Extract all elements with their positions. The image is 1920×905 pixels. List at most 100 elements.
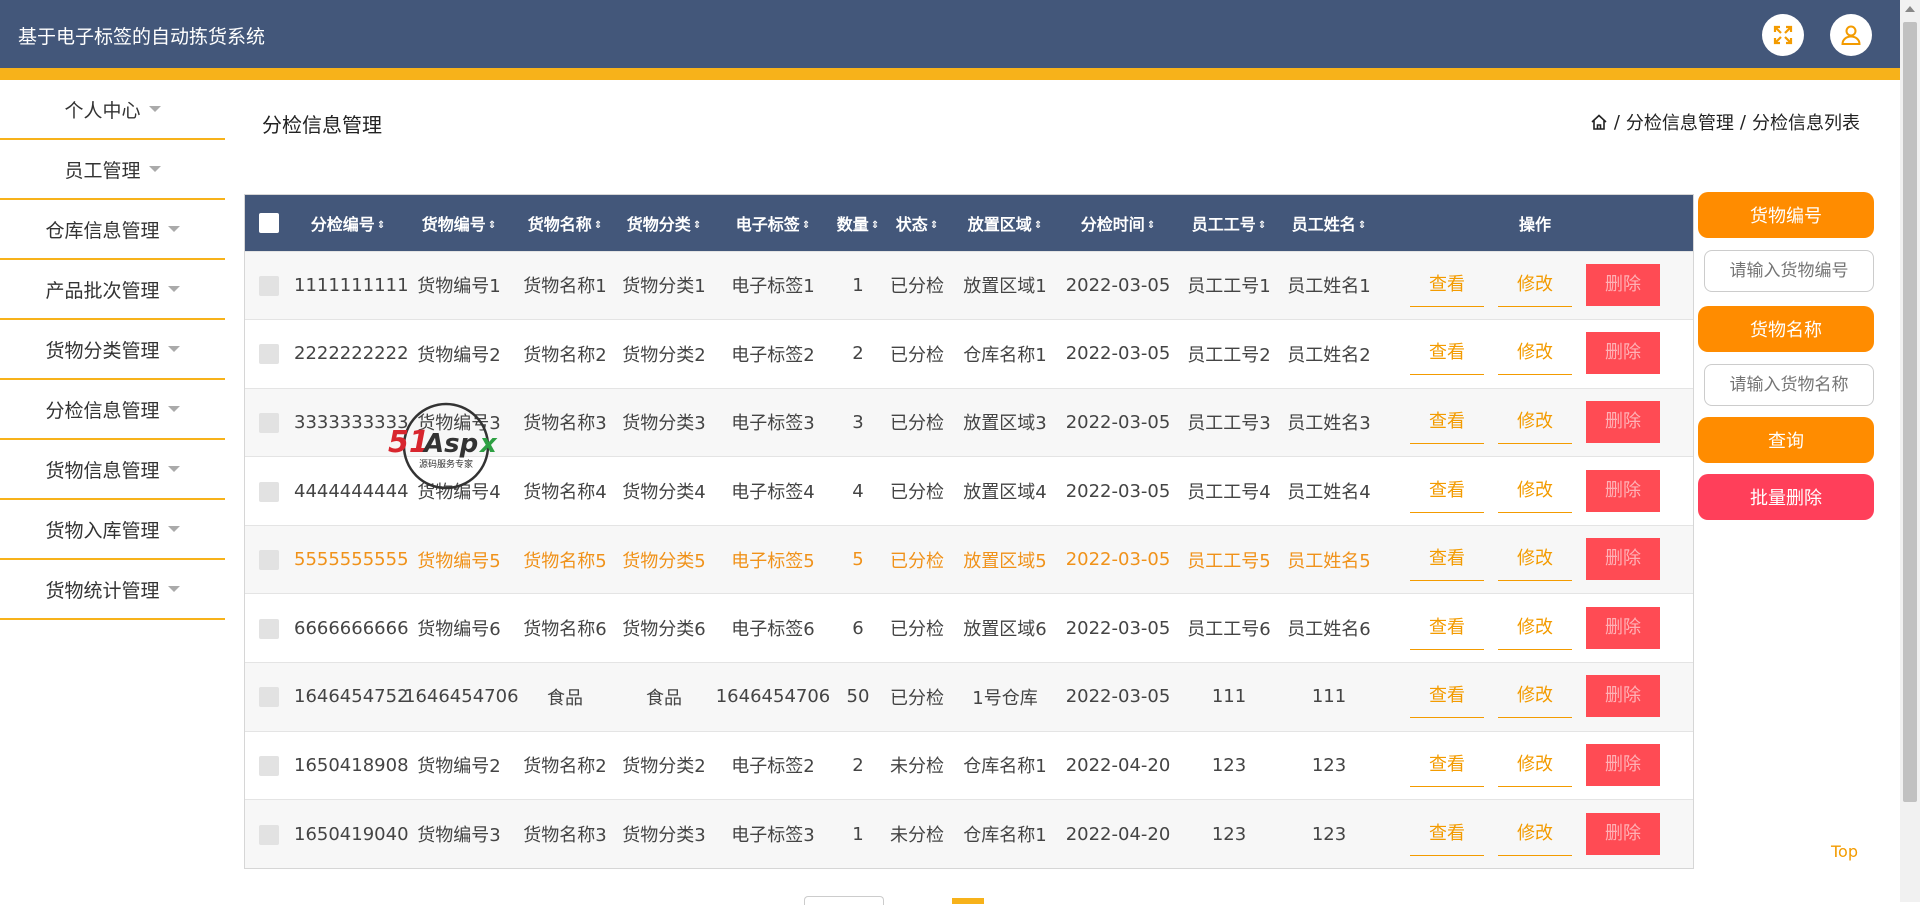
sidebar-item-sorting[interactable]: 分检信息管理 <box>0 380 225 440</box>
sort-icon[interactable]: ⇕ <box>594 220 602 231</box>
table-row[interactable]: 1650419040 货物编号3 货物名称3 货物分类3 电子标签3 1 未分检 仓库名称1 2… <box>245 799 1693 869</box>
sort-icon[interactable]: ⇕ <box>1147 220 1155 231</box>
sidebar-item-goods-info[interactable]: 货物信息管理 <box>0 440 225 500</box>
edit-button[interactable]: 修改 <box>1498 675 1572 719</box>
column-header[interactable]: 状态 ⇕ <box>883 195 951 251</box>
fullscreen-icon[interactable] <box>1762 14 1804 56</box>
sidebar-item-batch[interactable]: 产品批次管理 <box>0 260 225 320</box>
app-title: 基于电子标签的自动拣货系统 <box>18 26 266 48</box>
edit-button[interactable]: 修改 <box>1498 813 1572 856</box>
user-icon[interactable] <box>1830 14 1872 56</box>
sort-icon[interactable]: ⇕ <box>802 220 810 231</box>
delete-button[interactable]: 删除 <box>1586 743 1660 786</box>
edit-button[interactable]: 修改 <box>1498 538 1572 582</box>
sort-icon[interactable]: ⇕ <box>930 220 938 231</box>
sidebar-item-goods-category[interactable]: 货物分类管理 <box>0 320 225 380</box>
view-button[interactable]: 查看 <box>1410 332 1484 376</box>
delete-button[interactable]: 删除 <box>1586 469 1660 512</box>
delete-button[interactable]: 删除 <box>1586 812 1660 855</box>
scroll-thumb[interactable] <box>1903 22 1917 802</box>
svg-text:x: x <box>478 429 498 459</box>
sidebar-item-staff[interactable]: 员工管理 <box>0 140 225 200</box>
column-header[interactable]: 电子标签 ⇕ <box>713 195 833 251</box>
sidebar-item-goods-inbound[interactable]: 货物入库管理 <box>0 500 225 560</box>
select-all-checkbox[interactable] <box>259 213 279 233</box>
delete-button[interactable]: 删除 <box>1586 400 1660 443</box>
table-cell: 电子标签6 <box>731 619 815 641</box>
row-checkbox[interactable] <box>259 618 279 639</box>
edit-button[interactable]: 修改 <box>1498 401 1572 444</box>
row-checkbox[interactable] <box>259 344 279 365</box>
table-row[interactable]: 6666666666 货物编号6 货物名称6 货物分类6 电子标签6 6 已分检 放置区域6 2… <box>245 593 1693 663</box>
table-row[interactable]: 2222222222 货物编号2 货物名称2 货物分类2 电子标签2 2 已分检 仓库名称1 2… <box>245 319 1693 389</box>
delete-button[interactable]: 删除 <box>1586 538 1660 581</box>
table-row[interactable]: 1646454752 1646454706 食品 食品 1646454706 50 已分检 1… <box>245 662 1693 732</box>
view-button[interactable]: 查看 <box>1410 401 1484 444</box>
goods-name-input[interactable] <box>1704 364 1874 406</box>
breadcrumb-item[interactable]: 分检信息管理 <box>1626 109 1734 135</box>
column-header-label: 电子标签 <box>735 214 800 234</box>
view-button[interactable]: 查看 <box>1410 470 1484 513</box>
column-header[interactable]: 货物分类 ⇕ <box>615 195 713 251</box>
view-button[interactable]: 查看 <box>1410 538 1484 582</box>
column-header[interactable]: 员工姓名 ⇕ <box>1281 195 1377 251</box>
column-header[interactable]: 放置区域 ⇕ <box>951 195 1059 251</box>
column-header[interactable]: 分检编号 ⇕ <box>293 195 403 251</box>
edit-button[interactable]: 修改 <box>1498 607 1572 650</box>
current-page-button[interactable] <box>952 898 984 904</box>
table-row[interactable]: 1650418908 货物编号2 货物名称2 货物分类2 电子标签2 2 未分检 仓库名称1 2… <box>245 731 1693 800</box>
column-header[interactable]: 分检时间 ⇕ <box>1059 195 1177 251</box>
delete-button[interactable]: 删除 <box>1586 263 1660 306</box>
row-checkbox[interactable] <box>259 275 279 296</box>
home-icon[interactable] <box>1590 113 1608 131</box>
edit-button[interactable]: 修改 <box>1498 332 1572 376</box>
view-button[interactable]: 查看 <box>1410 675 1484 719</box>
column-header[interactable]: 货物名称 ⇕ <box>515 195 615 251</box>
goods-no-input[interactable] <box>1704 250 1874 292</box>
row-select-cell <box>245 525 293 594</box>
table-cell: 仓库名称1 <box>963 756 1047 778</box>
table-row[interactable]: 1111111111 货物编号1 货物名称1 货物分类1 电子标签1 1 已分检 放置区域1 2… <box>245 251 1693 320</box>
row-checkbox[interactable] <box>259 412 279 433</box>
column-header[interactable]: 数量 ⇕ <box>833 195 883 251</box>
row-checkbox[interactable] <box>259 755 279 776</box>
sort-icon[interactable]: ⇕ <box>488 220 496 231</box>
sidebar-item-goods-stats[interactable]: 货物统计管理 <box>0 560 225 620</box>
sidebar-item-personal-center[interactable]: 个人中心 <box>0 80 225 140</box>
delete-button[interactable]: 删除 <box>1586 606 1660 649</box>
view-button[interactable]: 查看 <box>1410 813 1484 856</box>
edit-button[interactable]: 修改 <box>1498 264 1572 307</box>
row-checkbox[interactable] <box>259 481 279 502</box>
page-size-select[interactable] <box>804 896 884 905</box>
view-button[interactable]: 查看 <box>1410 264 1484 307</box>
row-checkbox[interactable] <box>259 687 279 708</box>
column-header[interactable]: 员工工号 ⇕ <box>1177 195 1281 251</box>
sort-icon[interactable]: ⇕ <box>377 220 385 231</box>
view-button[interactable]: 查看 <box>1410 607 1484 650</box>
scroll-up-icon[interactable] <box>1905 6 1915 12</box>
delete-button[interactable]: 删除 <box>1586 675 1660 718</box>
table-row[interactable]: 5555555555 货物编号5 货物名称5 货物分类5 电子标签5 5 已分检 放置区域5 2… <box>245 525 1693 594</box>
edit-button[interactable]: 修改 <box>1498 470 1572 513</box>
goods-name-label-button[interactable]: 货物名称 <box>1698 306 1874 352</box>
sort-icon[interactable]: ⇕ <box>693 220 701 231</box>
page-scrollbar[interactable] <box>1900 0 1920 902</box>
sidebar-item-warehouse[interactable]: 仓库信息管理 <box>0 200 225 260</box>
delete-button[interactable]: 删除 <box>1586 332 1660 375</box>
query-button[interactable]: 查询 <box>1698 417 1874 463</box>
sort-icon[interactable]: ⇕ <box>1258 220 1266 231</box>
row-checkbox[interactable] <box>259 824 279 845</box>
row-checkbox[interactable] <box>259 550 279 571</box>
view-button[interactable]: 查看 <box>1410 744 1484 787</box>
column-header[interactable]: 货物编号 ⇕ <box>403 195 515 251</box>
sort-icon[interactable]: ⇕ <box>1358 220 1366 231</box>
table-cell: 货物编号2 <box>417 756 501 778</box>
goods-no-label-button[interactable]: 货物编号 <box>1698 192 1874 238</box>
sort-icon[interactable]: ⇕ <box>1034 220 1042 231</box>
sort-icon[interactable]: ⇕ <box>871 220 879 231</box>
table-cell: 电子标签5 <box>731 550 815 572</box>
edit-button[interactable]: 修改 <box>1498 744 1572 787</box>
batch-delete-button[interactable]: 批量删除 <box>1698 474 1874 520</box>
back-to-top-link[interactable]: Top <box>1831 842 1858 861</box>
table-cell: 电子标签2 <box>731 756 815 778</box>
